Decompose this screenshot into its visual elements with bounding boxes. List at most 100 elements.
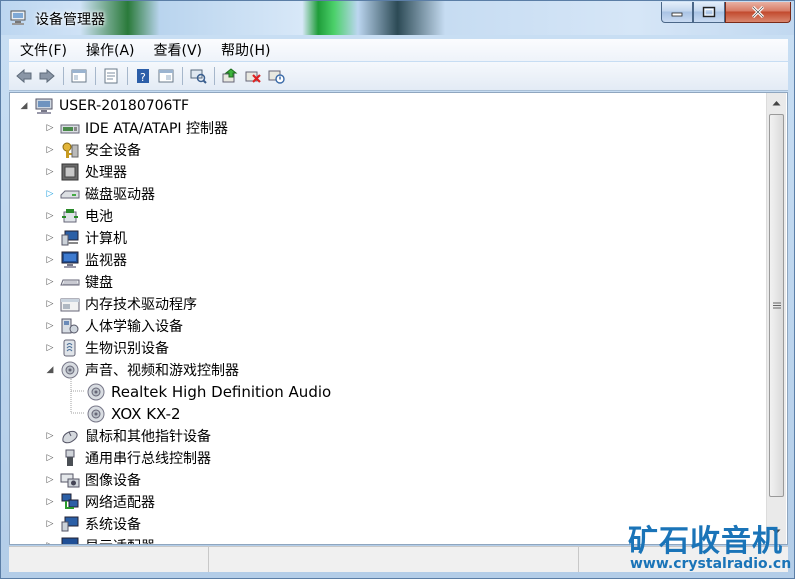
expand-arrow-icon[interactable]: ▷ xyxy=(44,122,56,134)
help-button[interactable]: ? xyxy=(132,66,153,87)
tree-item-label: 鼠标和其他指针设备 xyxy=(85,429,211,445)
expand-arrow-icon[interactable]: ▷ xyxy=(44,298,56,310)
uninstall-button[interactable] xyxy=(242,66,263,87)
properties-icon xyxy=(104,68,117,84)
toolbar-separator xyxy=(214,67,215,85)
close-icon xyxy=(751,6,765,18)
computer-icon xyxy=(35,98,53,114)
device-manager-icon xyxy=(10,10,26,25)
menu-action[interactable]: 操作(A) xyxy=(75,40,143,60)
tree-item[interactable]: ▷ 安全设备 xyxy=(44,139,141,161)
tree-child-label: Realtek High Definition Audio xyxy=(111,383,332,401)
menu-file[interactable]: 文件(F) xyxy=(9,40,75,60)
update-driver-icon xyxy=(222,68,237,83)
help-icon: ? xyxy=(136,69,149,84)
expand-arrow-icon[interactable]: ▷ xyxy=(44,474,56,486)
minimize-button[interactable] xyxy=(661,2,693,23)
expand-arrow-icon[interactable]: ▷ xyxy=(44,518,56,530)
network-icon xyxy=(61,493,79,509)
forward-button[interactable] xyxy=(36,66,57,87)
maximize-button[interactable] xyxy=(693,2,725,23)
tree-item[interactable]: ▷ 鼠标和其他指针设备 xyxy=(44,425,211,447)
tree-item-label: 网络适配器 xyxy=(85,495,155,511)
expand-arrow-icon[interactable]: ▷ xyxy=(44,210,56,222)
expand-arrow-icon[interactable]: ▷ xyxy=(44,232,56,244)
expand-arrow-icon[interactable]: ▷ xyxy=(44,452,56,464)
tree-item[interactable]: ▷ 键盘 xyxy=(44,271,113,293)
tree-item[interactable]: ▷ 通用串行总线控制器 xyxy=(44,447,211,469)
keyboard-icon xyxy=(60,279,80,286)
mouse-icon xyxy=(62,430,78,444)
expand-arrow-icon[interactable]: ▷ xyxy=(44,144,56,156)
title-bar[interactable]: 设备管理器 xyxy=(1,1,794,35)
monitor-icon xyxy=(61,251,79,268)
close-button[interactable] xyxy=(725,2,791,23)
tree-item[interactable]: ▷ 系统设备 xyxy=(44,513,141,535)
toolbar-separator xyxy=(182,67,183,85)
scan-hardware-icon xyxy=(190,69,207,84)
menu-help[interactable]: 帮助(H) xyxy=(210,40,278,60)
display-adapter-icon xyxy=(61,537,79,544)
expand-arrow-icon[interactable]: ▷ xyxy=(44,166,56,178)
tree-root[interactable]: ◢ USER-20180706TF xyxy=(18,95,189,117)
watermark-url: www.crystalradio.cn xyxy=(630,556,792,572)
expand-arrow-icon[interactable]: ▷ xyxy=(44,342,56,354)
tree-item[interactable]: ▷ 监视器 xyxy=(44,249,127,271)
collapse-arrow-icon[interactable]: ◢ xyxy=(44,364,56,376)
view-button[interactable] xyxy=(155,66,176,87)
tree-item-label: 显示适配器 xyxy=(85,536,155,544)
menu-view[interactable]: 查看(V) xyxy=(143,40,211,60)
expand-arrow-icon[interactable]: ▷ xyxy=(44,430,56,442)
properties-button[interactable] xyxy=(100,66,121,87)
tree-item[interactable]: ▷ 人体学输入设备 xyxy=(44,315,183,337)
expand-arrow-icon[interactable]: ▷ xyxy=(44,188,56,200)
device-manager-window: 设备管理器 文件(F) 操作(A) 查看(V) 帮助(H) ? ◢ USER-2… xyxy=(0,0,795,579)
battery-icon xyxy=(62,209,78,223)
tree-item[interactable]: ▷ 网络适配器 xyxy=(44,491,155,513)
tree-item-label: 安全设备 xyxy=(85,143,141,159)
status-segment xyxy=(9,547,209,572)
tree-item[interactable]: ▷ 生物识别设备 xyxy=(44,337,169,359)
tree-child-item[interactable]: XOX KX-2 xyxy=(86,403,181,425)
tree-child-item[interactable]: Realtek High Definition Audio xyxy=(86,381,331,403)
toolbar-separator xyxy=(127,67,128,85)
tree-item[interactable]: ▷ 内存技术驱动程序 xyxy=(44,293,197,315)
vertical-scrollbar[interactable] xyxy=(766,93,786,544)
speaker-icon xyxy=(87,383,105,401)
scroll-up-button[interactable] xyxy=(767,94,786,112)
enable-button[interactable] xyxy=(265,66,286,87)
tree-item[interactable]: ▷ 处理器 xyxy=(44,161,127,183)
biometric-icon xyxy=(63,339,76,357)
expand-arrow-icon[interactable]: ▷ xyxy=(44,254,56,266)
expand-arrow-icon[interactable]: ▷ xyxy=(44,320,56,332)
update-driver-button[interactable] xyxy=(219,66,240,87)
security-key-icon xyxy=(62,142,79,158)
tree-item[interactable]: ▷ 计算机 xyxy=(44,227,127,249)
watermark-title: 矿石收音机 xyxy=(628,524,783,559)
tree-item-label: 电池 xyxy=(85,209,113,225)
tree-item-label: 内存技术驱动程序 xyxy=(85,297,197,313)
expand-arrow-icon[interactable]: ▷ xyxy=(44,276,56,288)
minimize-icon xyxy=(671,12,683,17)
tree-item-label: IDE ATA/ATAPI 控制器 xyxy=(85,121,229,137)
tree-item-label: 处理器 xyxy=(85,165,127,181)
tree-item[interactable]: ▷ 电池 xyxy=(44,205,113,227)
scrollbar-thumb[interactable] xyxy=(769,114,784,497)
memory-icon xyxy=(60,298,80,312)
maximize-icon xyxy=(702,6,716,18)
collapse-arrow-icon[interactable]: ◢ xyxy=(18,100,30,112)
enable-icon xyxy=(268,70,285,84)
expand-arrow-icon[interactable]: ▷ xyxy=(44,496,56,508)
tree-item[interactable]: ▷ 图像设备 xyxy=(44,469,141,491)
computer-icon xyxy=(61,230,79,246)
scan-hardware-button[interactable] xyxy=(187,66,208,87)
back-button[interactable] xyxy=(13,66,34,87)
tree-item[interactable]: ▷ 磁盘驱动器 xyxy=(44,183,155,205)
console-tree-button[interactable] xyxy=(68,66,89,87)
tree-item[interactable]: ▷ IDE ATA/ATAPI 控制器 xyxy=(44,117,228,139)
tree-item[interactable]: ▷ 显示适配器 xyxy=(44,535,155,544)
system-device-icon xyxy=(61,516,79,532)
ide-controller-icon xyxy=(60,124,80,134)
device-tree[interactable]: ◢ USER-20180706TF ▷ IDE ATA/ATAPI 控制器 ▷ … xyxy=(9,92,788,545)
expand-arrow-icon[interactable]: ▷ xyxy=(44,540,56,544)
